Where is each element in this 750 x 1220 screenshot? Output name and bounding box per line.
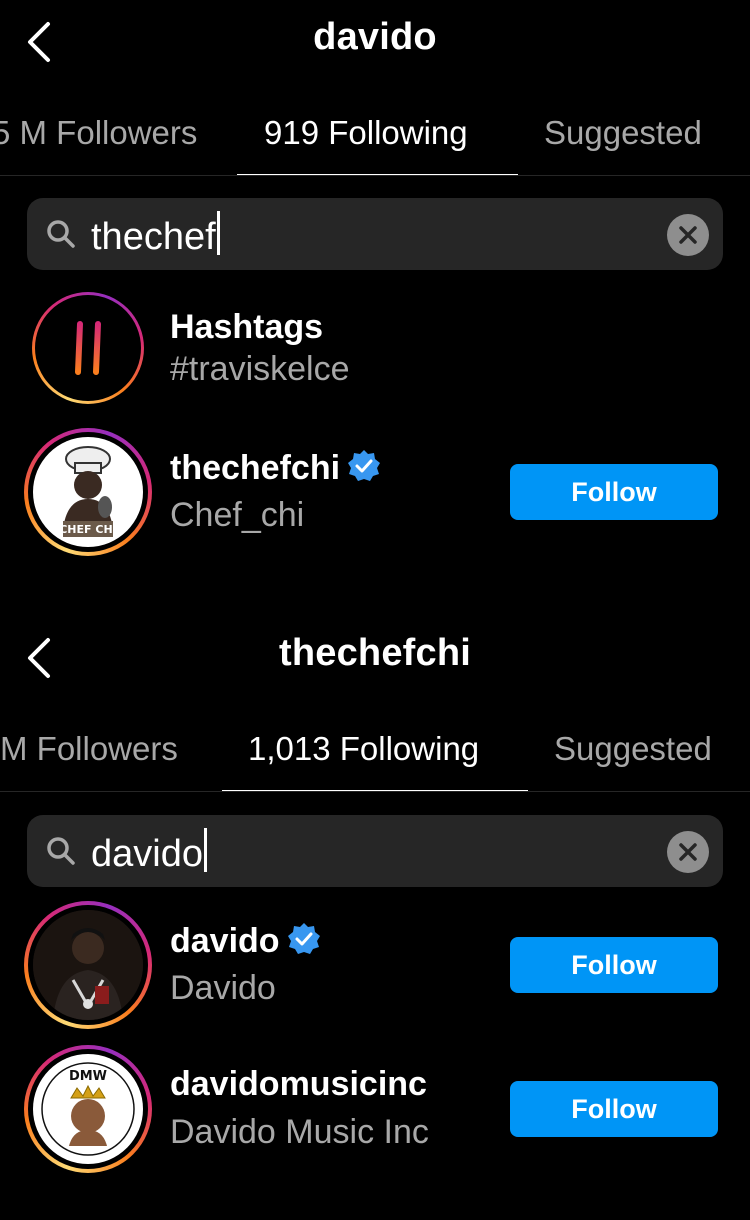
hashtag-subtitle: #traviskelce [170, 350, 350, 388]
clear-search-button[interactable] [667, 831, 709, 873]
follow-button[interactable]: Follow [510, 937, 718, 993]
display-name: Davido [170, 969, 276, 1007]
follow-button[interactable]: Follow [510, 1081, 718, 1137]
username: davido [170, 921, 322, 961]
tab-bar: 5 M Followers 919 Following Suggested [0, 84, 750, 176]
following-screen-thechefchi: thechefchi M Followers 1,013 Following S… [0, 616, 750, 1220]
verified-badge-icon [348, 450, 381, 481]
following-screen-davido: davido 5 M Followers 919 Following Sugge… [0, 0, 750, 600]
page-title: davido [313, 16, 437, 58]
close-icon [679, 843, 697, 861]
active-tab-indicator [222, 790, 528, 791]
header: thechefchi [0, 616, 750, 700]
tab-followers[interactable]: 5 M Followers [0, 114, 197, 152]
tab-bar: M Followers 1,013 Following Suggested [0, 700, 750, 792]
display-name: Davido Music Inc [170, 1113, 429, 1151]
active-tab-indicator [237, 174, 518, 175]
display-name: Chef_chi [170, 496, 305, 534]
list-item-user[interactable]: DMW davidomusicinc Davido Music Inc Foll… [0, 1045, 750, 1175]
list-item-hashtags[interactable]: Hashtags #traviskelce [0, 290, 750, 420]
search-icon [47, 220, 75, 248]
tab-suggested[interactable]: Suggested [554, 730, 712, 768]
list-item-user[interactable]: davido Davido Follow [0, 901, 750, 1031]
username: thechefchi [170, 448, 382, 488]
hashtag-icon [63, 321, 113, 375]
person-photo-icon [33, 910, 143, 1020]
avatar[interactable]: DMW [24, 1045, 152, 1173]
list-item-user[interactable]: CHEF CHI thechefchi Chef_chi Follow [0, 428, 750, 558]
text-caret [216, 211, 220, 255]
avatar[interactable] [24, 901, 152, 1029]
dmw-logo-icon: DMW [33, 1054, 143, 1164]
tab-suggested[interactable]: Suggested [544, 114, 702, 152]
avatar[interactable]: CHEF CHI [24, 428, 152, 556]
search-bar[interactable]: thechef [27, 198, 723, 270]
verified-badge-icon [287, 923, 320, 954]
close-icon [679, 226, 697, 244]
search-input[interactable]: davido [91, 828, 207, 876]
follow-button[interactable]: Follow [510, 464, 718, 520]
tab-followers[interactable]: M Followers [0, 730, 178, 768]
dmw-logo-text: DMW [69, 1069, 107, 1084]
search-input[interactable]: thechef [91, 211, 220, 259]
hashtag-title: Hashtags [170, 308, 324, 346]
chef-logo-text: CHEF CHI [59, 523, 117, 536]
search-icon [47, 837, 75, 865]
search-bar[interactable]: davido [27, 815, 723, 887]
hashtag-avatar [32, 292, 144, 404]
clear-search-button[interactable] [667, 214, 709, 256]
page-title: thechefchi [278, 632, 472, 674]
chef-avatar-icon: CHEF CHI [33, 437, 143, 547]
text-caret [203, 828, 207, 872]
header: davido [0, 0, 750, 84]
tab-following[interactable]: 1,013 Following [248, 730, 479, 768]
tab-following[interactable]: 919 Following [264, 114, 468, 152]
username: davidomusicinc [170, 1065, 427, 1103]
